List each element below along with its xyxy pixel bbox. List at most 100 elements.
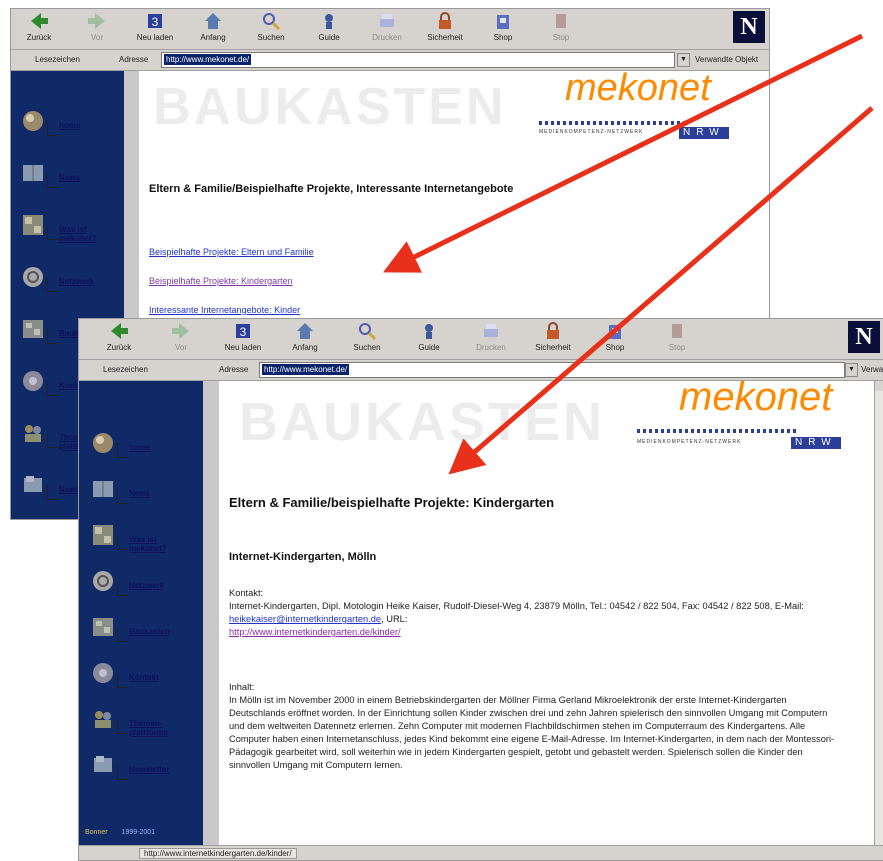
sidebar-item-news[interactable]: News [81,475,201,509]
address-label: Adresse [119,55,149,64]
guide-button-label: Guide [318,33,340,42]
back-arrow-icon [31,13,48,29]
home-globe-icon [23,111,43,131]
contact-url-link[interactable]: http://www.internetkindergarten.de/kinde… [229,627,401,637]
sidebar-item-home[interactable]: home [11,107,131,141]
reload-button-label: Neu laden [136,33,174,42]
banner-title: BAUKASTEN [153,78,507,136]
forward-button-label: Vor [90,33,103,42]
info-heading: Inhalt: [229,682,255,692]
page-title: Eltern & Familie/beispielhafte Projekte:… [229,495,555,510]
sidebar-item-themen-plattforme[interactable]: Themen- plattforme [81,705,201,739]
sidebar-item-label: Themen- plattforme [129,719,169,737]
content-link[interactable]: Beispielhafte Projekte: Eltern und Famil… [149,247,314,257]
reload-button-label: Neu laden [224,343,262,352]
content-link[interactable]: Beispielhafte Projekte: Kindergarten [149,276,293,286]
stop-button-label: Stop [552,33,570,42]
guide-icon [425,324,433,339]
search-button[interactable]: Suchen [249,11,293,47]
forward-button[interactable]: Vor [75,11,119,47]
home-icon [205,13,221,29]
sidebar-item-netzwerk[interactable]: Netzwerk [81,567,201,601]
home-globe-icon [93,433,113,453]
home-button[interactable]: Anfang [191,11,235,47]
print-button[interactable]: Drucken [365,11,409,47]
sidebar-item-baukasten[interactable]: Baukasten [81,613,201,647]
reload-button[interactable]: 3 Neu laden [221,321,265,357]
logo-region: NRW [791,437,841,449]
sidebar-item-label: News [59,173,80,182]
sidebar-item-label: Baukasten [129,627,170,636]
search-icon [359,323,377,341]
forward-button[interactable]: Vor [159,321,203,357]
stop-button[interactable]: Stop [539,11,583,47]
sidebar-item-home[interactable]: home [81,429,201,463]
print-button[interactable]: Drucken [469,321,513,357]
security-button[interactable]: Sicherheit [531,321,575,357]
bookmarks-button[interactable]: Lesezeichen [35,55,80,64]
svg-text:3: 3 [152,15,159,29]
home-button[interactable]: Anfang [283,321,327,357]
stop-icon [556,14,566,28]
reload-button[interactable]: 3 Neu laden [133,11,177,47]
vertical-scrollbar[interactable] [874,381,883,845]
back-button-label: Zurück [26,33,52,42]
netscape-logo-icon[interactable]: N [848,321,880,353]
shop-icon [497,15,509,29]
sidebar-item-kontakt[interactable]: Kontakt [81,659,201,693]
url-dropdown-button[interactable]: ▼ [677,53,690,67]
print-icon [484,324,498,337]
sidebar-item-news[interactable]: News [11,159,131,193]
sidebar-item-was-ist-mekonet[interactable]: Was ist mekonet? [81,521,201,555]
search-button[interactable]: Suchen [345,321,389,357]
footer-label: Bonner [85,829,108,836]
security-button[interactable]: Sicherheit [423,11,467,47]
netscape-logo-icon[interactable]: N [733,11,765,43]
url-input[interactable]: http://www.mekonet.de/ [161,52,675,68]
shop-button[interactable]: Shop [481,11,525,47]
contact-globe-icon [23,371,43,391]
news-book-icon [23,165,43,181]
sidebar-item-newsletter[interactable]: Newsletter [81,751,201,785]
back-arrow-icon [111,323,128,339]
search-button-label: Suchen [257,33,285,42]
forward-arrow-icon [172,323,189,339]
browser-window-front: Zurück Vor 3 Neu laden Anfang Suchen Guide Druc… [78,318,883,861]
back-button-label: Zurück [106,343,132,352]
status-text: http://www.internetkindergarten.de/kinde… [139,848,297,859]
reload-icon: 3 [236,324,250,339]
sidebar-item-label: Newsletter [129,765,170,774]
info-grid-icon [23,215,43,235]
footer-years[interactable]: 1999-2001 [122,829,155,836]
shop-button[interactable]: Shop [593,321,637,357]
banner-title: BAUKASTEN [239,392,606,452]
print-button-label: Drucken [372,33,402,42]
related-objects-button[interactable]: Verwandte Objekt [861,365,883,374]
back-button[interactable]: Zurück [97,321,141,357]
related-objects-button[interactable]: Verwandte Objekt [695,55,758,64]
newsletter-icon [24,476,42,492]
guide-button[interactable]: Guide [407,321,451,357]
shop-icon [609,325,621,339]
project-title: Internet-Kindergarten, Mölln [229,551,377,563]
sidebar-item-was-ist-mekonet[interactable]: Was ist mekonet? [11,211,131,245]
security-button-label: Sicherheit [535,343,571,352]
back-button[interactable]: Zurück [17,11,61,47]
stop-icon [672,324,682,338]
sidebar-item-netzwerk[interactable]: Netzwerk [11,263,131,297]
forward-arrow-icon [88,13,105,29]
browser-toolbar: Zurück Vor 3 Neu laden Anfang Suchen Guide Druc… [79,319,883,360]
mekonet-logo: mekonet [679,375,833,419]
sidebar-item-label: Kontakt [129,673,159,682]
info-block: Inhalt: In Mölln ist im November 2000 in… [229,681,844,772]
contact-email-link[interactable]: heikekaiser@internetkindergarten.de [229,614,381,624]
info-grid-icon [93,525,113,545]
guide-button[interactable]: Guide [307,11,351,47]
url-dropdown-button[interactable]: ▼ [845,363,858,377]
lock-icon [547,322,559,339]
content-link[interactable]: Interessante Internetangebote: Kinder [149,305,300,315]
stop-button[interactable]: Stop [655,321,699,357]
sidebar-item-label: home [129,443,151,452]
url-text: http://www.mekonet.de/ [262,364,350,375]
bookmarks-button[interactable]: Lesezeichen [103,365,148,374]
